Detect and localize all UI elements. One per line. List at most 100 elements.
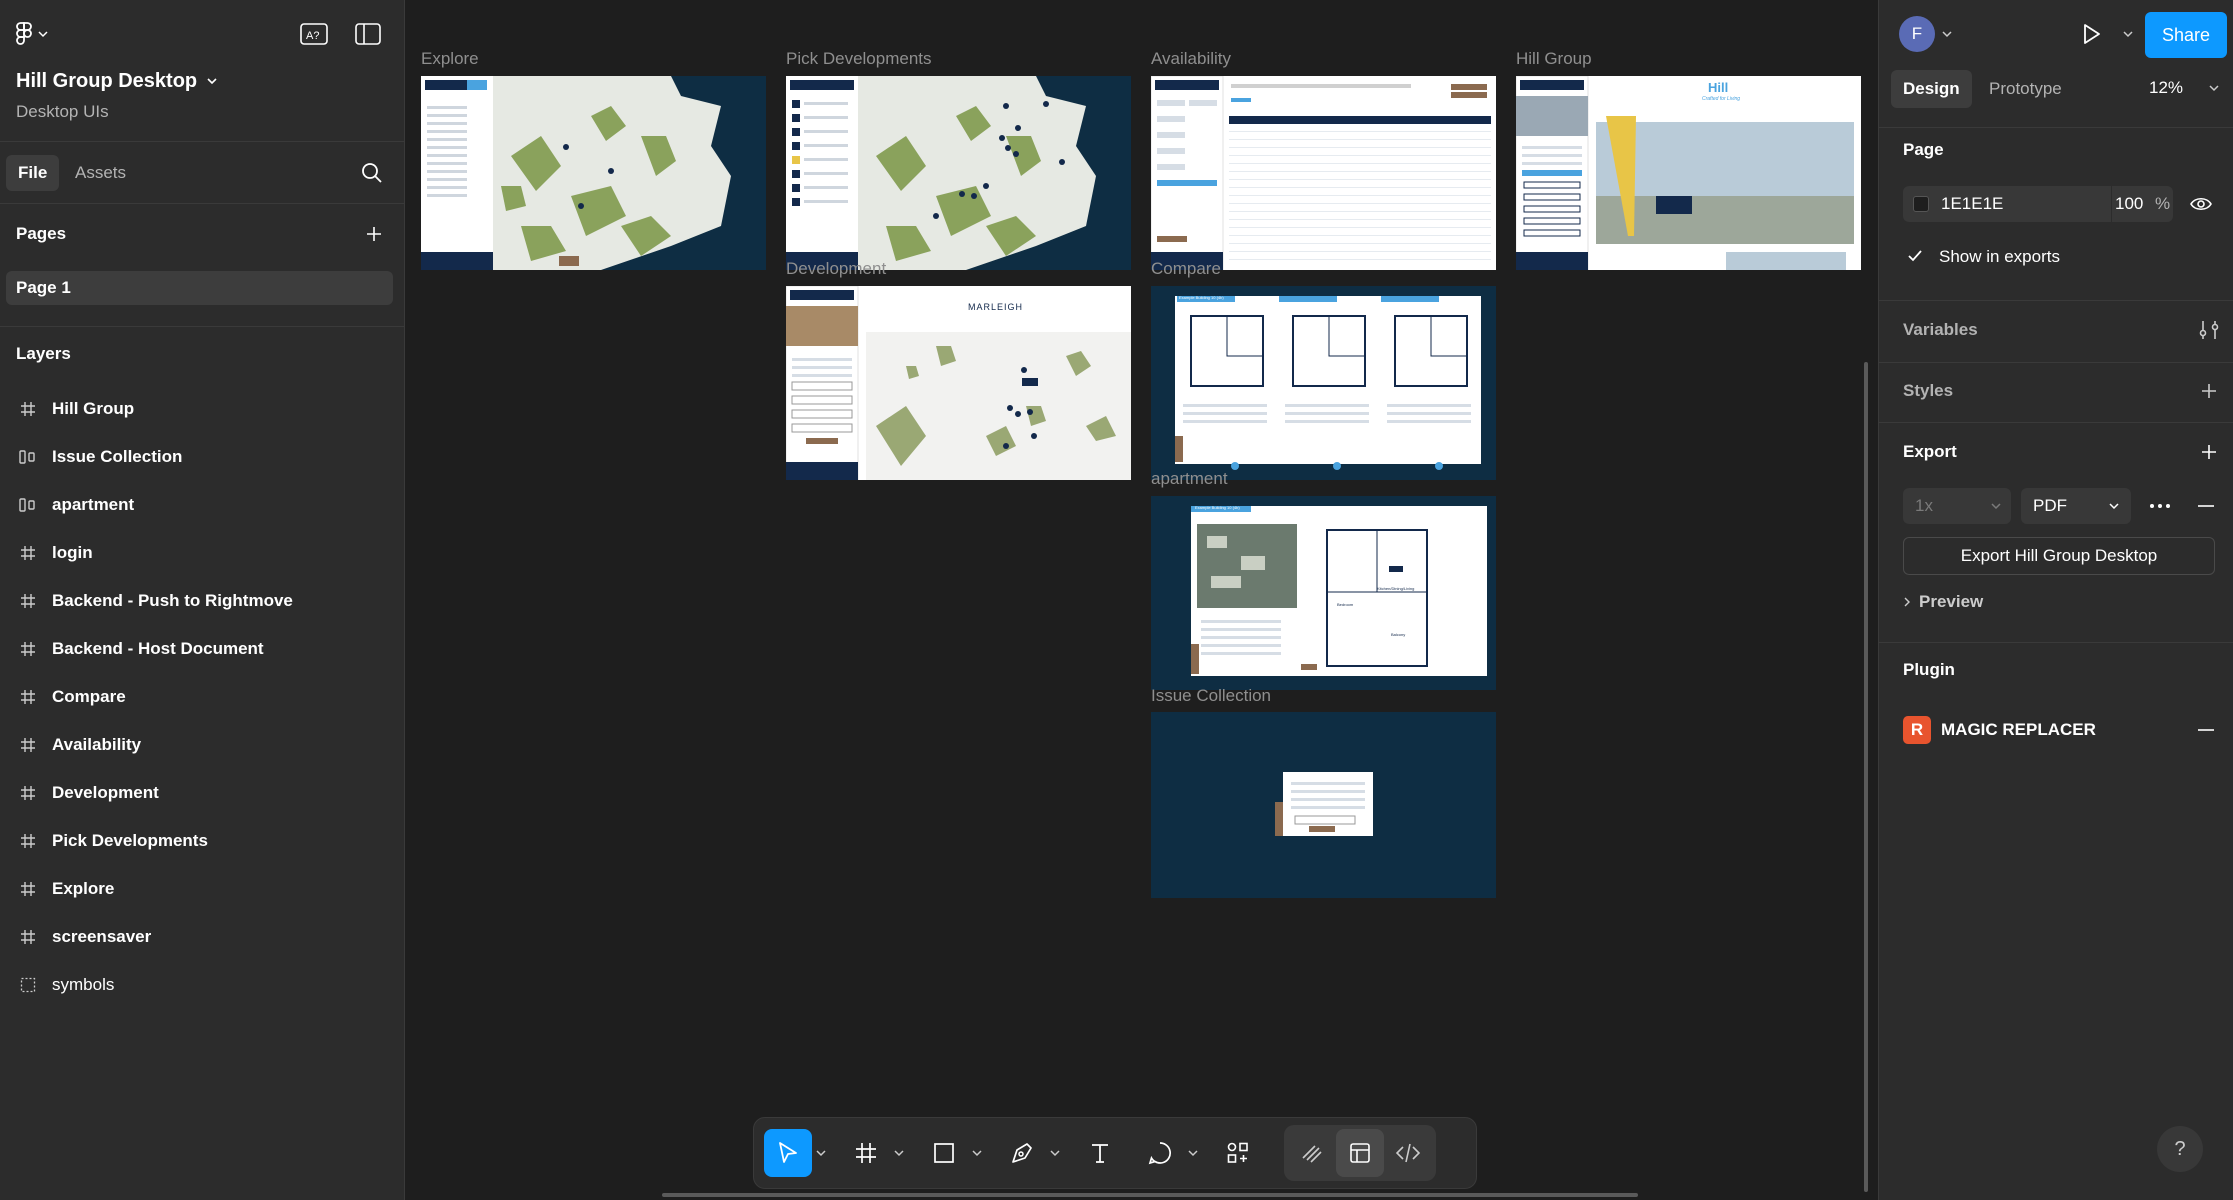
chevron-down-icon[interactable] bbox=[2209, 84, 2219, 92]
present-button[interactable] bbox=[2077, 20, 2105, 53]
page-section-heading: Page bbox=[1903, 140, 1944, 159]
page-color-hex[interactable]: 1E1E1E bbox=[1941, 194, 2003, 214]
comment-tool-button[interactable] bbox=[1136, 1129, 1184, 1177]
divider bbox=[0, 326, 405, 327]
frame-label-issue-collection[interactable]: Issue Collection bbox=[1151, 686, 1271, 706]
file-title[interactable]: Hill Group Desktop bbox=[16, 70, 197, 93]
ai-tools-button[interactable]: A? bbox=[298, 20, 330, 48]
chevron-down-icon[interactable] bbox=[1942, 30, 1952, 38]
comment-tool-menu[interactable] bbox=[1184, 1129, 1202, 1177]
frame-development[interactable]: MARLEIGH bbox=[786, 286, 1131, 480]
layer-item[interactable]: symbols bbox=[0, 965, 405, 1005]
show-in-exports-label[interactable]: Show in exports bbox=[1939, 247, 2060, 267]
layers-heading: Layers bbox=[16, 344, 71, 363]
layer-item[interactable]: Issue Collection bbox=[0, 437, 405, 477]
text-tool-button[interactable] bbox=[1076, 1129, 1124, 1177]
remove-export-button[interactable] bbox=[2195, 494, 2217, 523]
layer-name: Pick Developments bbox=[52, 831, 208, 850]
pen-tool-button[interactable] bbox=[998, 1129, 1046, 1177]
export-format-select[interactable]: PDF bbox=[2021, 488, 2131, 524]
frame-label-explore[interactable]: Explore bbox=[421, 49, 479, 69]
layer-item[interactable]: Development bbox=[0, 773, 405, 813]
draw-mode-button[interactable] bbox=[1288, 1129, 1336, 1177]
divider bbox=[1879, 300, 2233, 301]
search-layers-button[interactable] bbox=[360, 161, 384, 190]
layer-item[interactable]: Backend - Push to Rightmove bbox=[0, 581, 405, 621]
toggle-sidebar-button[interactable] bbox=[352, 20, 384, 48]
visibility-toggle[interactable] bbox=[2189, 192, 2213, 221]
preview-label: Preview bbox=[1919, 592, 1984, 611]
frame-label-compare[interactable]: Compare bbox=[1151, 259, 1221, 279]
layer-item[interactable]: Pick Developments bbox=[0, 821, 405, 861]
layer-item[interactable]: Explore bbox=[0, 869, 405, 909]
frame-availability[interactable] bbox=[1151, 76, 1496, 270]
add-page-button[interactable] bbox=[362, 222, 386, 246]
layer-item[interactable]: login bbox=[0, 533, 405, 573]
shape-tool-button[interactable] bbox=[920, 1129, 968, 1177]
landing-thumbnail bbox=[1516, 76, 1854, 270]
layer-item[interactable]: apartment bbox=[0, 485, 405, 525]
frame-label-development[interactable]: Development bbox=[786, 259, 886, 279]
frame-tool-menu[interactable] bbox=[890, 1129, 908, 1177]
layer-item[interactable]: screensaver bbox=[0, 917, 405, 957]
add-export-button[interactable] bbox=[2197, 440, 2221, 464]
frame-explore[interactable] bbox=[421, 76, 766, 270]
remove-plugin-button[interactable] bbox=[2195, 718, 2217, 747]
frame-label-availability[interactable]: Availability bbox=[1151, 49, 1231, 69]
frame-hill-group[interactable]: Hill Crafted for Living bbox=[1516, 76, 1861, 270]
show-in-exports-checkbox[interactable] bbox=[1905, 246, 1925, 266]
layer-name: Hill Group bbox=[52, 399, 135, 418]
help-button[interactable]: ? bbox=[2157, 1126, 2203, 1172]
compare-thumbnail bbox=[1175, 296, 1481, 470]
vertical-scrollbar[interactable] bbox=[1864, 362, 1868, 1192]
plugin-name[interactable]: MAGIC REPLACER bbox=[1941, 720, 2096, 740]
tab-assets[interactable]: Assets bbox=[63, 155, 138, 191]
chevron-down-icon[interactable] bbox=[2123, 30, 2133, 38]
frame-icon bbox=[18, 591, 38, 611]
page-color-field[interactable]: 1E1E1E 100 % bbox=[1903, 186, 2173, 222]
frame-icon bbox=[18, 735, 38, 755]
dev-mode-button[interactable] bbox=[1384, 1129, 1432, 1177]
frame-issue-collection[interactable] bbox=[1151, 712, 1496, 898]
tab-file[interactable]: File bbox=[6, 155, 60, 191]
share-button[interactable]: Share bbox=[2145, 12, 2227, 58]
preview-toggle[interactable]: Preview bbox=[1903, 592, 1983, 612]
frame-label-hill-group[interactable]: Hill Group bbox=[1516, 49, 1592, 69]
canvas[interactable]: Explore Pick Developments Availability H… bbox=[406, 0, 1877, 1200]
export-scale-select[interactable]: 1x bbox=[1903, 488, 2011, 524]
layer-item[interactable]: Compare bbox=[0, 677, 405, 717]
horizontal-scrollbar[interactable] bbox=[662, 1193, 1638, 1197]
tab-design[interactable]: Design bbox=[1891, 70, 1972, 108]
tab-prototype[interactable]: Prototype bbox=[1977, 70, 2074, 108]
move-tool-menu[interactable] bbox=[812, 1129, 830, 1177]
layer-item[interactable]: Hill Group bbox=[0, 389, 405, 429]
chevron-down-icon[interactable] bbox=[206, 76, 218, 86]
zoom-level[interactable]: 12% bbox=[2149, 78, 2183, 98]
export-button[interactable]: Export Hill Group Desktop bbox=[1903, 537, 2215, 575]
layer-item[interactable]: Availability bbox=[0, 725, 405, 765]
frame-pick-developments[interactable] bbox=[786, 76, 1131, 270]
actions-button[interactable] bbox=[1214, 1129, 1262, 1177]
apartment-thumbnail bbox=[1191, 506, 1487, 676]
frame-compare[interactable]: Example Building 10 (4b) bbox=[1151, 286, 1496, 480]
frame-icon bbox=[18, 543, 38, 563]
main-menu-button[interactable] bbox=[16, 20, 64, 48]
export-settings-button[interactable] bbox=[2147, 494, 2173, 523]
variables-button[interactable] bbox=[2197, 318, 2221, 347]
frame-apartment[interactable]: Example Building 10 (4b) Bedroom Kitchen… bbox=[1151, 496, 1496, 690]
avatar[interactable]: F bbox=[1899, 16, 1935, 52]
frame-label-pick-developments[interactable]: Pick Developments bbox=[786, 49, 932, 69]
pen-tool-menu[interactable] bbox=[1046, 1129, 1064, 1177]
layer-item[interactable]: Backend - Host Document bbox=[0, 629, 405, 669]
add-style-button[interactable] bbox=[2197, 379, 2221, 403]
frame-label-apartment[interactable]: apartment bbox=[1151, 469, 1228, 489]
page-opacity[interactable]: 100 bbox=[2115, 194, 2143, 214]
color-swatch[interactable] bbox=[1913, 196, 1929, 212]
shape-tool-menu[interactable] bbox=[968, 1129, 986, 1177]
move-tool-button[interactable] bbox=[764, 1129, 812, 1177]
project-name[interactable]: Desktop UIs bbox=[16, 102, 109, 122]
design-mode-button[interactable] bbox=[1336, 1129, 1384, 1177]
frame-tool-button[interactable] bbox=[842, 1129, 890, 1177]
page-item-page-1[interactable]: Page 1 bbox=[6, 271, 393, 305]
frame-icon bbox=[18, 399, 38, 419]
